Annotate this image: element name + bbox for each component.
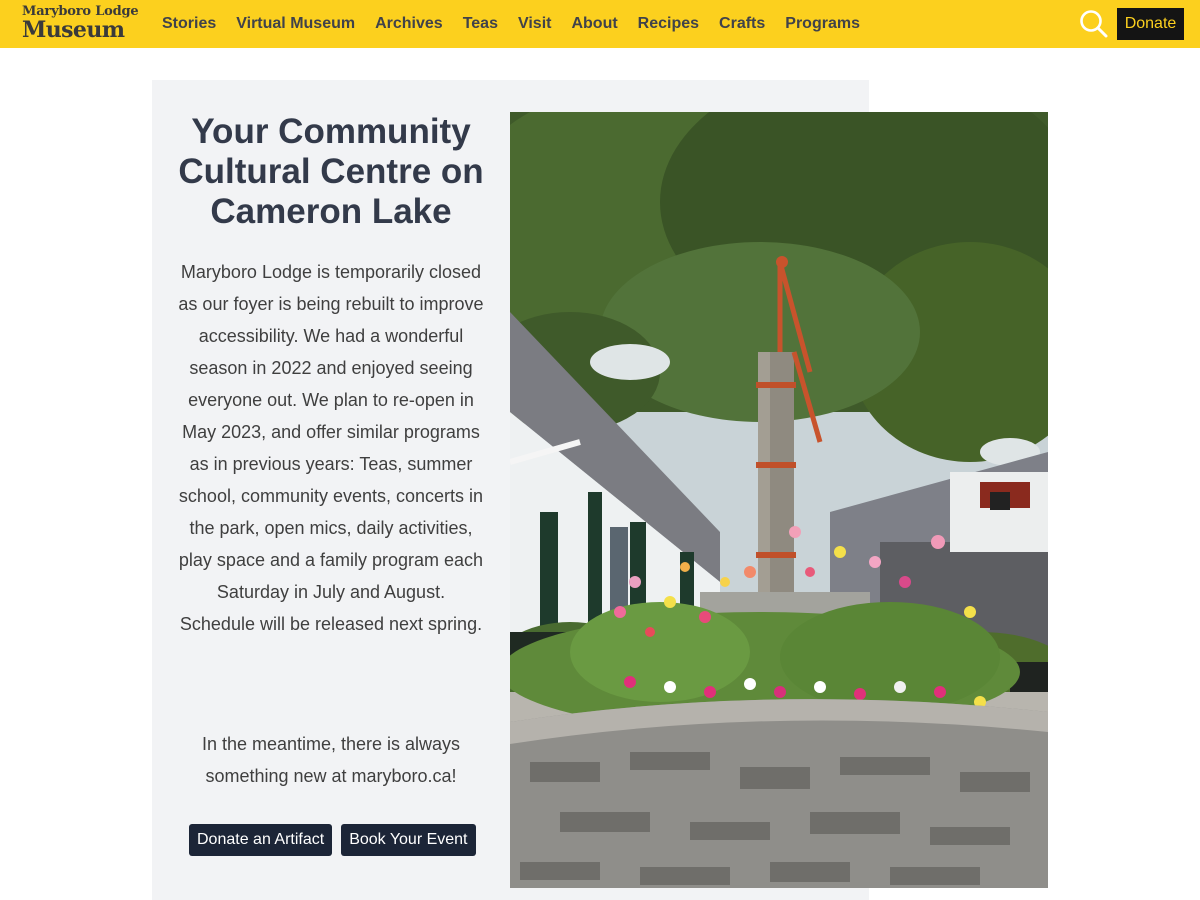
search-icon — [1080, 10, 1108, 38]
nav-item-visit[interactable]: Visit — [518, 15, 552, 33]
nav-item-crafts[interactable]: Crafts — [719, 15, 765, 33]
hero-title: Your Community Cultural Centre on Camero… — [178, 112, 484, 231]
nav-item-programs[interactable]: Programs — [785, 15, 860, 33]
garden-pump-photo — [510, 112, 1048, 888]
donate-artifact-button[interactable]: Donate an Artifact — [189, 824, 333, 856]
nav-item-virtual-museum[interactable]: Virtual Museum — [236, 15, 355, 33]
hero-note: In the meantime, there is always somethi… — [201, 734, 461, 786]
donate-button[interactable]: Donate — [1117, 8, 1184, 40]
book-event-button[interactable]: Book Your Event — [341, 824, 476, 856]
hero-photo — [510, 112, 1048, 888]
hero-buttons: Donate an Artifact Book Your Event — [189, 824, 476, 856]
nav-item-archives[interactable]: Archives — [375, 15, 443, 33]
nav-item-stories[interactable]: Stories — [162, 15, 216, 33]
site-header: Maryboro Lodge Museum Stories Virtual Mu… — [0, 0, 1200, 48]
site-logo[interactable]: Maryboro Lodge Museum — [22, 5, 140, 43]
nav-item-recipes[interactable]: Recipes — [638, 15, 699, 33]
hero-body: Maryboro Lodge is temporarily closed as … — [178, 262, 484, 634]
main-nav: Stories Virtual Museum Archives Teas Vis… — [162, 0, 880, 48]
nav-item-teas[interactable]: Teas — [463, 15, 498, 33]
logo-main-line: Museum — [22, 17, 125, 43]
nav-item-about[interactable]: About — [571, 15, 617, 33]
search-button[interactable] — [1078, 8, 1110, 40]
